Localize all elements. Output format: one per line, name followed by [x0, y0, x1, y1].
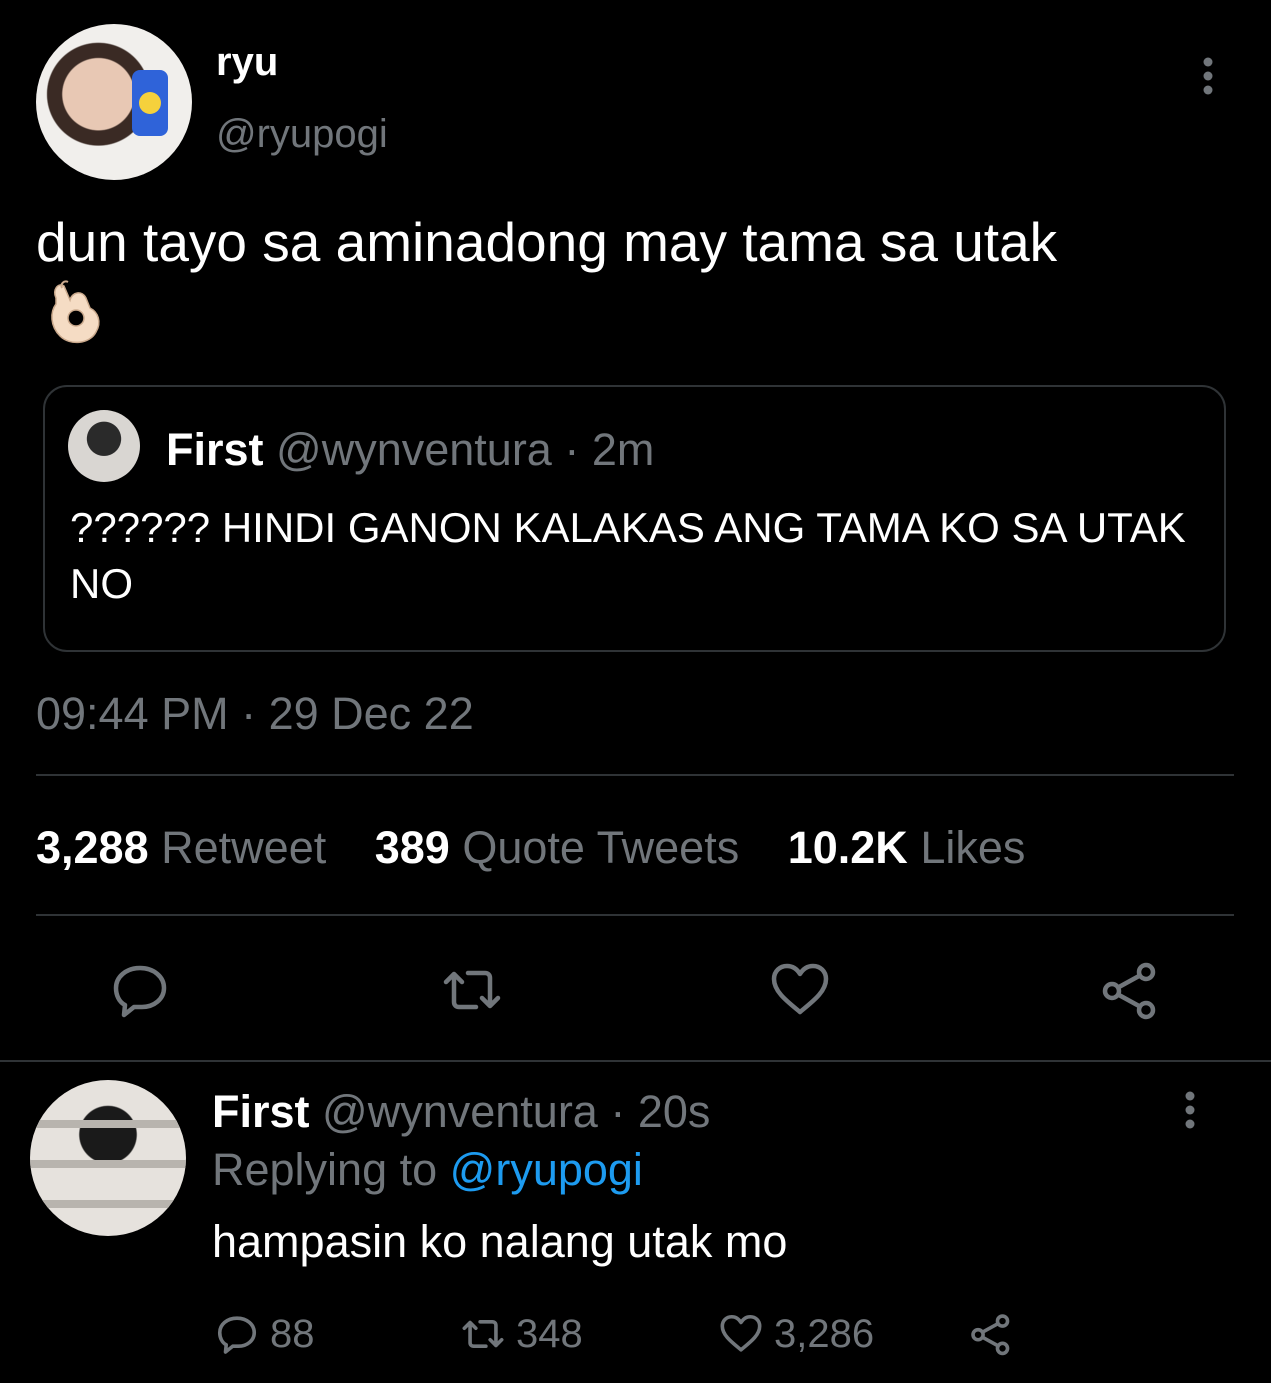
more-options-icon[interactable]	[1192, 56, 1224, 96]
ok-hand-emoji-icon	[51, 280, 100, 344]
tweet-text: dun tayo sa aminadong may tama sa utak	[36, 211, 1058, 273]
reply-text: hampasin ko nalang utak mo	[212, 1216, 788, 1267]
reply-share-button[interactable]	[968, 1310, 1014, 1358]
reply-reply-button[interactable]: 88	[214, 1310, 315, 1358]
tweet-timestamp[interactable]: 09:44 PM · 29 Dec 22	[36, 688, 474, 740]
reply-icon[interactable]	[108, 958, 172, 1022]
reply-header: First @wynventura · 20s	[212, 1086, 710, 1138]
replying-to-mention[interactable]: @ryupogi	[450, 1144, 643, 1195]
retweet-icon	[462, 1319, 504, 1349]
quoted-tweet-header: First @wynventura · 2m	[166, 424, 654, 476]
like-icon	[720, 1314, 762, 1352]
quoted-author-meta: @wynventura · 2m	[276, 424, 655, 475]
quoted-author-avatar	[68, 410, 140, 482]
reply-more-options-icon[interactable]	[1174, 1090, 1206, 1130]
avatar-stair-detail	[30, 1120, 186, 1128]
tweet-stats: 3,288 Retweet 389 Quote Tweets 10.2K Lik…	[36, 822, 1061, 874]
like-icon[interactable]	[768, 958, 832, 1022]
reply-author-avatar[interactable]	[30, 1080, 186, 1236]
reply-icon	[217, 1316, 257, 1354]
share-icon[interactable]	[1098, 958, 1162, 1022]
like-label[interactable]: Likes	[920, 822, 1025, 873]
quoted-tweet-text: ?????? HINDI GANON KALAKAS ANG TAMA KO S…	[70, 504, 1186, 607]
author-handle[interactable]: @ryupogi	[216, 112, 388, 157]
reply-like-button[interactable]: 3,286	[718, 1310, 874, 1358]
retweet-count[interactable]: 3,288	[36, 822, 149, 873]
divider	[36, 914, 1234, 916]
avatar-stair-detail	[30, 1160, 186, 1168]
reply-like-count: 3,286	[774, 1311, 875, 1356]
retweet-icon[interactable]	[440, 958, 504, 1022]
retweet-label[interactable]: Retweet	[161, 822, 326, 873]
divider	[0, 1060, 1271, 1062]
quoted-author-name: First	[166, 424, 264, 475]
replying-to-prefix: Replying to	[212, 1144, 438, 1195]
quote-label[interactable]: Quote Tweets	[462, 822, 739, 873]
author-display-name[interactable]: ryu	[216, 40, 278, 85]
divider	[36, 774, 1234, 776]
avatar-stair-detail	[30, 1200, 186, 1208]
author-avatar[interactable]	[36, 24, 192, 180]
reply-retweet-count: 348	[516, 1311, 583, 1356]
reply-author-meta[interactable]: @wynventura · 20s	[322, 1086, 710, 1137]
reply-retweet-button[interactable]: 348	[460, 1310, 583, 1358]
share-icon	[971, 1314, 1010, 1356]
reply-count: 88	[270, 1311, 315, 1356]
like-count[interactable]: 10.2K	[788, 822, 908, 873]
reply-author-name[interactable]: First	[212, 1086, 310, 1137]
quote-count[interactable]: 389	[375, 822, 450, 873]
avatar-flower-detail	[139, 92, 161, 114]
replying-to-line: Replying to @ryupogi	[212, 1144, 643, 1196]
